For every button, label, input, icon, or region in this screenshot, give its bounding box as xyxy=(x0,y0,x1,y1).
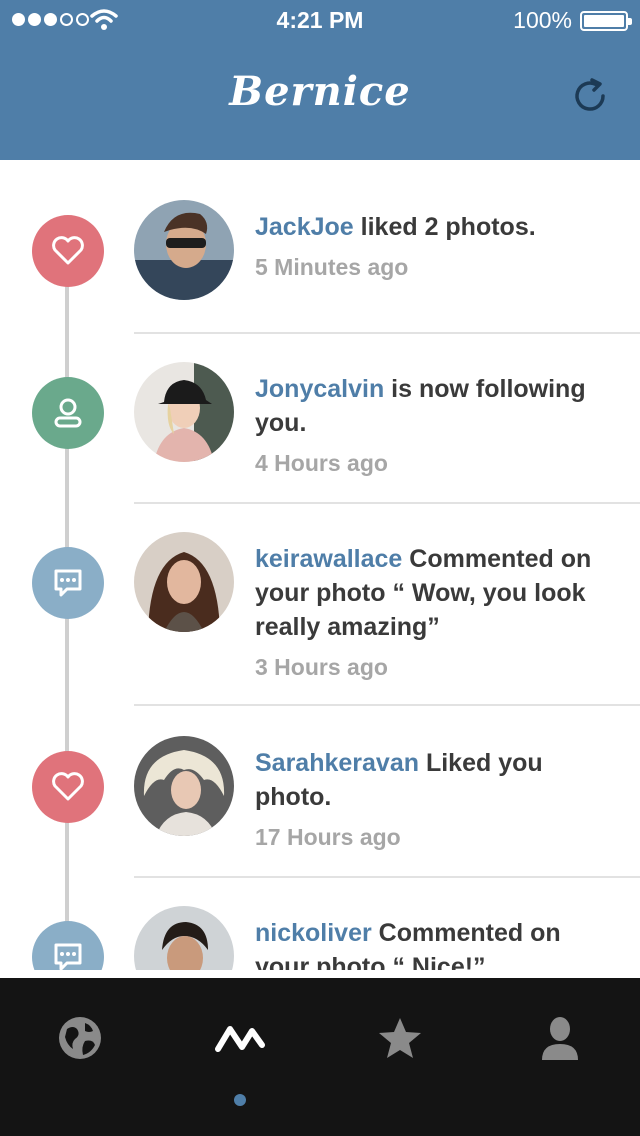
like-badge xyxy=(32,215,104,287)
feed-text: nickoliver Commented on your photo “ Nic… xyxy=(255,916,615,970)
feed-text: keirawallace Commented on your photo “ W… xyxy=(255,542,615,644)
username-link[interactable]: Sarahkeravan xyxy=(255,749,419,777)
username-link[interactable]: Jonycalvin xyxy=(255,375,384,403)
header-bar: 4:21 PM 100% Bernice xyxy=(0,0,640,160)
battery-icon xyxy=(580,11,632,31)
comment-badge xyxy=(32,921,104,970)
avatar[interactable] xyxy=(134,532,234,632)
feed-text: JackJoe liked 2 photos. xyxy=(255,210,615,244)
person-icon xyxy=(54,398,82,428)
timestamp: 4 Hours ago xyxy=(255,450,388,476)
like-badge xyxy=(32,751,104,823)
user-icon xyxy=(542,1017,578,1060)
activity-icon xyxy=(215,1026,265,1052)
timestamp: 17 Hours ago xyxy=(255,824,401,850)
avatar[interactable] xyxy=(134,200,234,300)
avatar[interactable] xyxy=(134,736,234,836)
battery-percentage: 100% xyxy=(513,7,572,33)
tab-favorites[interactable] xyxy=(370,1008,430,1068)
heart-icon xyxy=(52,236,84,265)
comment-icon xyxy=(54,569,82,597)
feed-text: Jonycalvin is now following you. xyxy=(255,372,615,440)
activity-feed[interactable]: JackJoe liked 2 photos. 5 Minutes ago Jo… xyxy=(0,160,640,970)
heart-icon xyxy=(52,772,84,801)
follow-badge xyxy=(32,377,104,449)
active-tab-indicator xyxy=(234,1094,246,1106)
timestamp: 3 Hours ago xyxy=(255,654,388,680)
username-link[interactable]: keirawallace xyxy=(255,545,402,573)
username-link[interactable]: nickoliver xyxy=(255,919,372,947)
star-icon xyxy=(379,1018,421,1058)
app-title: Bernice xyxy=(229,68,411,115)
divider xyxy=(134,502,640,504)
tab-profile[interactable] xyxy=(530,1008,590,1068)
avatar[interactable] xyxy=(134,362,234,462)
feed-text: Sarahkeravan Liked you photo. xyxy=(255,746,615,814)
divider xyxy=(134,876,640,878)
refresh-icon[interactable] xyxy=(570,76,610,116)
divider xyxy=(134,332,640,334)
tab-bar xyxy=(0,978,640,1136)
tab-activity[interactable] xyxy=(210,1008,270,1068)
avatar[interactable] xyxy=(134,906,234,970)
comment-badge xyxy=(32,547,104,619)
divider xyxy=(134,704,640,706)
tab-explore[interactable] xyxy=(50,1008,110,1068)
username-link[interactable]: JackJoe xyxy=(255,213,354,241)
timestamp: 5 Minutes ago xyxy=(255,254,409,280)
status-bar: 4:21 PM 100% xyxy=(0,0,640,40)
comment-icon xyxy=(54,943,82,970)
globe-icon xyxy=(59,1017,101,1059)
action-text: liked 2 photos. xyxy=(353,213,536,241)
